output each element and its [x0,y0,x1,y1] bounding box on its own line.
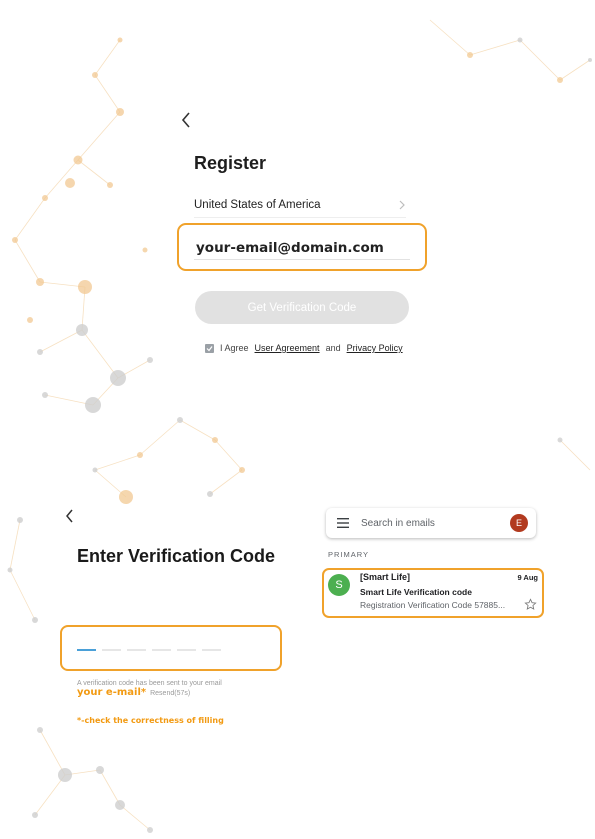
check-note: *-check the correctness of filling [77,716,224,725]
agree-checkbox[interactable] [205,343,214,353]
agree-and: and [325,343,341,353]
account-avatar[interactable]: E [510,514,528,532]
molecule-background [7,19,592,833]
mail-sender: [Smart Life] [360,572,411,582]
code-slot[interactable] [77,649,96,651]
country-label: United States of America [194,199,321,211]
mail-snippet: Registration Verification Code 57885... [360,600,506,610]
email-note: your e-mail* [77,687,147,698]
code-slot[interactable] [152,649,171,651]
code-slot[interactable] [202,649,221,651]
agree-prefix: I Agree [220,343,249,353]
user-agreement-link[interactable]: User Agreement [255,343,320,353]
chevron-right-icon [399,200,405,210]
email-note-row: your e-mail* Resend(57s) [77,687,190,698]
verification-title: Enter Verification Code [77,546,276,566]
verification-code-input[interactable] [77,649,221,651]
menu-icon[interactable] [337,518,349,528]
star-icon[interactable] [524,598,537,611]
search-placeholder[interactable]: Search in emails [361,518,510,529]
code-slot[interactable] [127,649,146,651]
code-slot[interactable] [102,649,121,651]
register-title: Register [194,153,267,173]
primary-section-label: PRIMARY [328,550,370,559]
get-verification-code-button[interactable]: Get Verification Code [195,291,409,324]
sender-avatar: S [328,574,350,596]
email-input[interactable] [194,237,410,260]
agreement-row: I Agree User Agreement and Privacy Polic… [205,343,403,353]
back-chevron-icon[interactable] [63,507,77,525]
code-sent-text: A verification code has been sent to you… [77,680,222,687]
code-input-highlight [60,625,282,671]
country-selector[interactable]: United States of America [194,193,406,218]
resend-timer[interactable]: Resend(57s) [150,690,190,697]
back-chevron-icon[interactable] [178,110,194,130]
code-slot[interactable] [177,649,196,651]
gmail-search-bar[interactable]: Search in emails E [326,508,536,538]
mail-date: 9 Aug [517,573,538,582]
mail-subject: Smart Life Verification code [360,587,472,597]
check-icon [206,345,213,351]
privacy-policy-link[interactable]: Privacy Policy [347,343,403,353]
